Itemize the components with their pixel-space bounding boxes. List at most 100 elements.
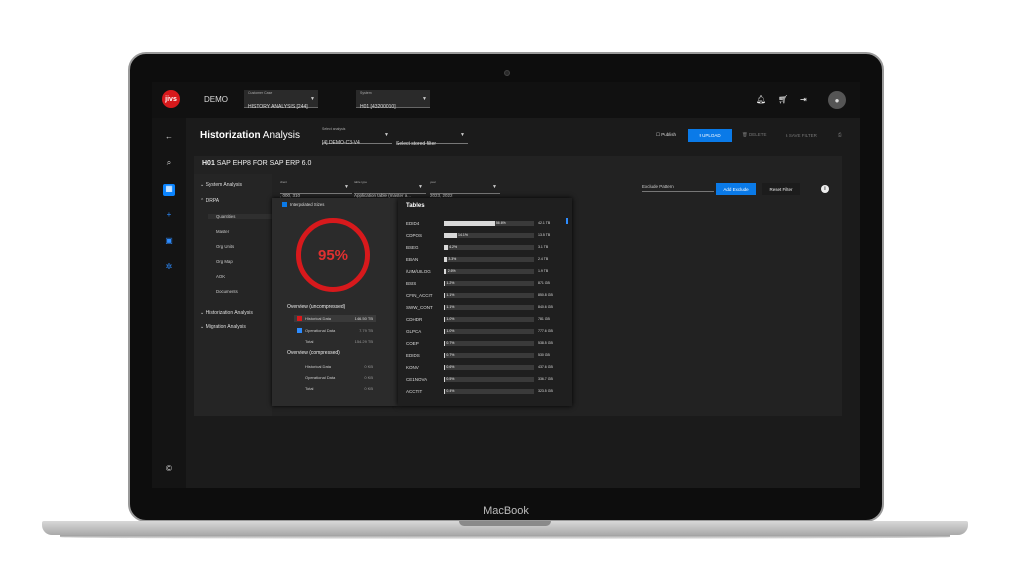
jivs-logo[interactable]: jivs bbox=[162, 90, 180, 108]
table-size: 777.6 GB bbox=[538, 329, 553, 333]
year-filter-label: year bbox=[430, 180, 436, 184]
base-notch bbox=[459, 521, 551, 526]
nav-migration-analysis-label: Migration Analysis bbox=[205, 324, 246, 330]
percent-value: 95% bbox=[317, 246, 349, 264]
system-code: H01 bbox=[202, 160, 215, 167]
publish-checkbox[interactable]: ☐ Publish bbox=[656, 132, 676, 138]
add-exclude-button[interactable]: Add Exclude bbox=[716, 183, 756, 195]
table-row[interactable]: KONV 0.6% 437.6 GB bbox=[406, 362, 566, 372]
client-filter[interactable]: client , 000, 310 ▼ bbox=[280, 180, 352, 198]
table-share-label: 0.7% bbox=[446, 352, 455, 357]
table-row[interactable]: SWW_CONT 1.1% 840.6 GB bbox=[406, 302, 566, 312]
add-icon[interactable]: + bbox=[163, 210, 175, 222]
row-label: Historical Data bbox=[305, 316, 332, 321]
back-arrow-icon[interactable]: ← bbox=[163, 132, 175, 144]
table-share-bar: 0.7% bbox=[444, 340, 534, 346]
reset-filter-button[interactable]: Reset Filter bbox=[762, 183, 800, 195]
table-row[interactable]: GLPCA 1.0% 777.6 GB bbox=[406, 326, 566, 336]
bell-icon[interactable]: 🔔︎ bbox=[756, 95, 766, 104]
clipboard-icon[interactable]: ▣ bbox=[163, 236, 175, 248]
print-icon[interactable]: ⎙ bbox=[838, 132, 842, 137]
client-filter-label: client bbox=[280, 180, 288, 184]
settings-gear-icon[interactable]: ✲ bbox=[163, 262, 175, 274]
nav-org-map[interactable]: Org Map bbox=[216, 259, 233, 264]
nav-aok[interactable]: AOK bbox=[216, 274, 225, 279]
table-share-fill bbox=[444, 316, 446, 322]
percent-ring: 95% bbox=[296, 218, 370, 292]
table-name: EBAN bbox=[406, 256, 419, 262]
table-row[interactable]: EBAN 3.3% 2.4 TB bbox=[406, 254, 566, 264]
table-size: 530 GB bbox=[538, 353, 550, 357]
camera bbox=[504, 70, 510, 76]
chevron-down-icon: ▼ bbox=[310, 96, 315, 102]
table-size: 336.7 GB bbox=[538, 377, 553, 381]
info-icon[interactable]: i bbox=[821, 185, 829, 193]
table-share-fill bbox=[444, 328, 446, 334]
stored-filter-select[interactable]: Select stored filter ▼ bbox=[396, 127, 468, 147]
interpolated-sizes-checkbox[interactable]: Interpolated Sizes bbox=[282, 202, 324, 207]
delete-button[interactable]: 🗑︎ DELETE bbox=[742, 132, 766, 138]
table-row[interactable]: /UIM/UILOG 2.6% 1.9 TB bbox=[406, 266, 566, 276]
nav-org-units[interactable]: Org Units bbox=[216, 244, 234, 249]
row-label: Total bbox=[305, 339, 314, 344]
system-label: System bbox=[360, 91, 372, 95]
table-share-bar: 1.1% bbox=[444, 292, 534, 298]
user-avatar-icon[interactable]: ● bbox=[828, 91, 846, 109]
row-value: 0 KB bbox=[364, 364, 373, 369]
row-value: 7.79 TB bbox=[359, 328, 373, 333]
system-select[interactable]: System H01 [43200010] ▼ bbox=[356, 90, 430, 110]
system-value: H01 [43200010] bbox=[360, 104, 396, 110]
table-name: ACCTIT bbox=[406, 388, 423, 394]
nav-system-analysis[interactable]: ⌄ System Analysis bbox=[200, 182, 242, 188]
search-icon[interactable]: ⌕ bbox=[163, 158, 175, 170]
table-share-fill bbox=[444, 376, 446, 382]
nav-documents[interactable]: Documents bbox=[216, 289, 238, 294]
nav-master[interactable]: Master bbox=[216, 229, 229, 234]
table-row[interactable]: EDIDS 0.7% 530 GB bbox=[406, 350, 566, 360]
table-name: /UIM/UILOG bbox=[406, 268, 431, 274]
table-name: BSEG bbox=[406, 244, 419, 250]
overview-panel: Interpolated Sizes 95% Overview (uncompr… bbox=[272, 198, 398, 406]
table-size: 781 GB bbox=[538, 317, 550, 321]
row-label: Total bbox=[305, 386, 314, 391]
customer-case-select[interactable]: Customer Case HISTORY ANALYSIS [244] ▼ bbox=[244, 90, 318, 110]
dashboard-icon[interactable]: ▦ bbox=[163, 184, 175, 196]
tables-scrollbar[interactable] bbox=[566, 218, 568, 224]
table-row[interactable]: CE1NOVA 0.5% 336.7 GB bbox=[406, 374, 566, 384]
table-row[interactable]: ACCTIT 0.4% 323.5 GB bbox=[406, 386, 566, 396]
table-row[interactable]: CDHDR 1.0% 781 GB bbox=[406, 314, 566, 324]
table-row[interactable]: BSEG 4.2% 3.1 TB bbox=[406, 242, 566, 252]
table-row[interactable]: EDID4 56.6% 42.1 TB bbox=[406, 218, 566, 228]
nav-migration-analysis[interactable]: ⌄ Migration Analysis bbox=[200, 324, 246, 330]
table-name: KONV bbox=[406, 364, 419, 370]
table-row[interactable]: COEP 0.7% 538.5 GB bbox=[406, 338, 566, 348]
table-row[interactable]: CFIN_ACCIT 1.1% 850.8 GB bbox=[406, 290, 566, 300]
operational-legend-swatch bbox=[297, 328, 302, 333]
nav-historization-analysis-label: Historization Analysis bbox=[205, 310, 253, 316]
table-name: GLPCA bbox=[406, 328, 422, 334]
copyright-icon[interactable]: © bbox=[163, 464, 175, 476]
system-name: SAP EHP8 FOR SAP ERP 6.0 bbox=[216, 160, 312, 167]
upload-button[interactable]: ⭱ UPLOAD bbox=[688, 129, 732, 142]
save-filter-button[interactable]: ⭳ SAVE FILTER bbox=[786, 132, 817, 140]
table-share-fill bbox=[444, 256, 447, 262]
select-analysis[interactable]: Select analysis [4] DEMO-C3-V4 ▼ bbox=[322, 127, 392, 146]
table-row[interactable]: BSIS 1.2% 871 GB bbox=[406, 278, 566, 288]
table-type-filter[interactable]: table type Application table (master a..… bbox=[354, 180, 426, 198]
row-value: 0 KB bbox=[364, 375, 373, 380]
chevron-down-icon: ▼ bbox=[418, 184, 423, 190]
table-row[interactable]: CDPOS 14.1% 13.5 TB bbox=[406, 230, 566, 240]
table-share-label: 0.7% bbox=[446, 340, 455, 345]
exclude-pattern-input[interactable]: Exclude Pattern bbox=[642, 184, 714, 192]
nav-quantities[interactable]: Quantities bbox=[208, 214, 272, 219]
table-name: COEP bbox=[406, 340, 419, 346]
laptop-lid: jivs DEMO Customer Case HISTORY ANALYSIS… bbox=[128, 52, 884, 522]
table-share-fill bbox=[444, 388, 446, 394]
year-filter[interactable]: year 2023, 2022 ▼ bbox=[430, 180, 500, 198]
select-analysis-value: [4] DEMO-C3-V4 bbox=[322, 140, 360, 146]
cart-icon[interactable]: 🛒︎ bbox=[778, 95, 788, 104]
logout-icon[interactable]: ⇥ bbox=[800, 95, 807, 104]
compressed-historical-row: Historical Data 0 KB bbox=[294, 363, 376, 370]
nav-historization-analysis[interactable]: ⌄ Historization Analysis bbox=[200, 310, 253, 316]
nav-drpa[interactable]: ⌃ DRPA bbox=[200, 198, 219, 204]
